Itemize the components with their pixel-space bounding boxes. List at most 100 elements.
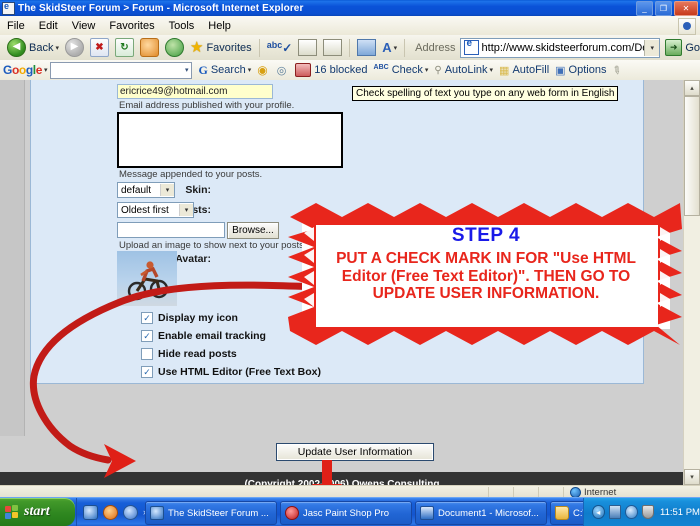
menu-item-favorites[interactable]: Favorites <box>102 18 161 34</box>
scroll-down-button[interactable]: ▾ <box>684 469 700 485</box>
go-label: Go <box>685 41 700 54</box>
browse-button[interactable]: Browse... <box>227 222 279 239</box>
taskbar: start » The SkidSteer Forum ... Jasc Pai… <box>0 497 700 526</box>
address-dropdown-icon[interactable]: ▾ <box>644 39 660 56</box>
forward-button[interactable]: ▶ <box>62 37 87 59</box>
security-zone: Internet <box>563 486 700 498</box>
annotation-text: STEP 4 PUT A CHECK MARK IN FOR "Use HTML… <box>310 225 662 303</box>
google-pencil-button[interactable]: ✎ <box>609 63 624 78</box>
view-posts-value: Oldest first <box>121 204 169 216</box>
hide-read-posts-checkbox[interactable] <box>141 348 153 360</box>
scroll-up-button[interactable]: ▴ <box>684 80 700 96</box>
step-4-annotation: STEP 4 PUT A CHECK MARK IN FOR "Use HTML… <box>276 203 684 348</box>
address-input[interactable]: http://www.skidsteerforum.com/DesktopDef… <box>482 42 645 54</box>
quicklaunch-ie-icon[interactable] <box>83 504 98 520</box>
minimize-button[interactable]: _ <box>636 1 653 16</box>
go-button[interactable]: ➜ Go <box>665 39 700 56</box>
maximize-button[interactable]: ❐ <box>655 1 672 16</box>
status-segment-2 <box>513 486 538 498</box>
skin-select[interactable]: default ▾ <box>117 182 175 198</box>
google-toolbar: Google ▾ ▾ G Search ▾ ◉ ◎ 16 blocked ABC… <box>0 60 700 81</box>
signature-hint: Message appended to your posts. <box>119 169 263 180</box>
start-label: start <box>24 504 50 519</box>
window-title: The SkidSteer Forum > Forum - Microsoft … <box>18 2 304 14</box>
use-html-editor-checkbox[interactable]: ✓ <box>141 366 153 378</box>
google-spellcheck-icon: ABC <box>373 63 389 71</box>
checkbox-row-display-my-icon[interactable]: ✓ Display my icon <box>141 312 238 324</box>
vertical-scrollbar[interactable]: ▴ ▾ <box>683 80 700 485</box>
view-posts-select[interactable]: Oldest first ▾ <box>117 202 194 218</box>
skin-label: Skin: <box>185 184 211 196</box>
quicklaunch-outlook-icon[interactable] <box>123 504 138 520</box>
search-button[interactable] <box>162 37 187 59</box>
back-label: Back <box>29 41 54 54</box>
toolbar-separator-3 <box>404 38 406 57</box>
favorites-button[interactable]: ★ Favorites <box>187 37 255 59</box>
annotation-line-1: PUT A CHECK MARK IN FOR "Use HTML <box>336 250 636 267</box>
menu-item-help[interactable]: Help <box>201 18 238 34</box>
google-search-caret-icon[interactable]: ▾ <box>185 66 192 74</box>
google-autofill-button[interactable]: ▦ AutoFill <box>496 64 552 77</box>
security-shield-icon[interactable] <box>641 505 654 519</box>
back-caret-icon[interactable]: ▾ <box>55 44 59 52</box>
volume-icon[interactable] <box>625 505 638 519</box>
scrollbar-thumb[interactable] <box>684 96 700 216</box>
network-icon[interactable] <box>608 505 621 519</box>
fontsize-caret-icon[interactable]: ▾ <box>394 44 398 52</box>
stop-button[interactable]: ✖ <box>87 37 112 59</box>
address-label: Address <box>415 41 456 54</box>
fontsize-button[interactable]: A ▾ <box>379 37 400 59</box>
public-email-input[interactable]: ericrice49@hotmail.com <box>117 84 273 99</box>
google-options-button[interactable]: ▣ Options <box>552 64 609 77</box>
google-search-dropdown-icon[interactable]: ▾ <box>248 66 252 74</box>
google-highlight-button[interactable]: ◉ <box>254 63 273 77</box>
view-posts-caret-icon[interactable]: ▾ <box>179 204 193 216</box>
google-menu-caret-icon[interactable]: ▾ <box>44 66 48 74</box>
motocross-rider-icon <box>127 261 169 301</box>
signature-textarea[interactable] <box>117 112 343 168</box>
menu-item-view[interactable]: View <box>65 18 103 34</box>
google-autolink-button[interactable]: ⚲ AutoLink ▾ <box>431 64 496 76</box>
highlight-icon: ◉ <box>257 63 268 77</box>
enable-email-tracking-checkbox[interactable]: ✓ <box>141 330 153 342</box>
quicklaunch-firefox-icon[interactable] <box>103 504 118 520</box>
checkbox-row-enable-email-tracking[interactable]: ✓ Enable email tracking <box>141 330 266 342</box>
start-button[interactable]: start <box>0 498 75 526</box>
google-popup-blocker[interactable]: 16 blocked <box>292 63 370 77</box>
check-caret-icon[interactable]: ▾ <box>425 66 429 74</box>
task-button-paint-shop-pro[interactable]: Jasc Paint Shop Pro <box>280 501 412 525</box>
print-button[interactable] <box>320 37 345 59</box>
google-search-button[interactable]: G Search ▾ <box>195 63 254 78</box>
messenger-button[interactable] <box>354 37 379 59</box>
refresh-button[interactable]: ↻ <box>112 37 137 59</box>
autolink-caret-icon[interactable]: ▾ <box>490 66 494 74</box>
address-bar[interactable]: http://www.skidsteerforum.com/DesktopDef… <box>459 37 661 58</box>
menu-item-edit[interactable]: Edit <box>32 18 65 34</box>
skin-caret-icon[interactable]: ▾ <box>160 184 174 196</box>
task-button-document1[interactable]: Document1 - Microsof... <box>415 501 547 525</box>
checkbox-row-use-html-editor[interactable]: ✓ Use HTML Editor (Free Text Box) <box>141 366 321 378</box>
tray-expand-icon[interactable]: ◂ <box>592 505 605 519</box>
google-logo[interactable]: Google <box>3 63 42 77</box>
footer-band: (Copyright 2002-2006) Owens Consulting P… <box>0 472 684 485</box>
update-user-information-button[interactable]: Update User Information <box>276 443 434 461</box>
menu-item-file[interactable]: File <box>0 18 32 34</box>
google-spellcheck-button[interactable]: ABC Check ▾ <box>371 63 432 77</box>
options-icon: ▣ <box>555 64 566 77</box>
google-pagerank-button[interactable]: ◎ <box>274 64 293 77</box>
task-button-skidsteer-forum[interactable]: The SkidSteer Forum ... <box>145 501 277 525</box>
toolbar-separator-1 <box>258 38 260 57</box>
spellcheck-button[interactable]: abc ✓ <box>264 37 296 59</box>
checkbox-row-hide-read-posts[interactable]: Hide read posts <box>141 348 237 360</box>
menu-item-tools[interactable]: Tools <box>162 18 202 34</box>
home-button[interactable] <box>137 37 162 59</box>
edit-page-button[interactable] <box>295 37 320 59</box>
display-my-icon-checkbox[interactable]: ✓ <box>141 312 153 324</box>
page-footer: (Copyright 2002-2006) Owens Consulting P… <box>0 472 684 485</box>
menu-bar: File Edit View Favorites Tools Help <box>0 16 700 36</box>
back-button[interactable]: ◀ Back ▾ <box>4 37 62 59</box>
close-button[interactable]: ✕ <box>674 1 698 16</box>
clock[interactable]: 11:51 PM <box>660 507 700 518</box>
avatar-file-input[interactable] <box>117 222 225 238</box>
google-search-input[interactable]: ▾ <box>50 61 193 79</box>
